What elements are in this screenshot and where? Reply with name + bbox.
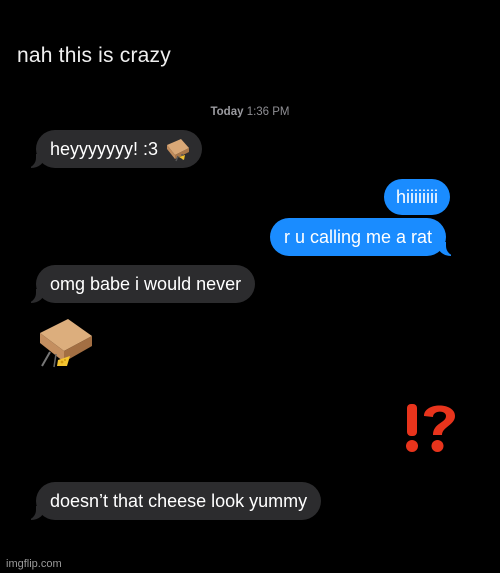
rat-trap-emoji-icon [167, 139, 190, 162]
interrobang-icon [404, 402, 460, 459]
message-text: doesn’t that cheese look yummy [50, 491, 308, 511]
message-bubble-received[interactable]: doesn’t that cheese look yummy [25, 482, 322, 520]
meme-caption-area: nah this is crazy [0, 0, 500, 92]
timestamp-day: Today [210, 106, 244, 118]
message-text: heyyyyyyy! :3 [50, 139, 159, 159]
message-bubble-received[interactable]: heyyyyyyy! :3 [25, 130, 203, 168]
message-bubble-received[interactable]: omg babe i would never [25, 265, 256, 303]
message-timestamp: Today 1:36 PM [0, 106, 500, 118]
message-text: omg babe i would never [50, 274, 242, 294]
message-bubble-sent[interactable]: r u calling me a rat [270, 218, 457, 256]
message-text: r u calling me a rat [284, 227, 433, 247]
watermark: imgflip.com [6, 558, 62, 570]
message-text: hiiiiiiii [396, 187, 439, 207]
message-bubble-sent[interactable]: hiiiiiiii [384, 179, 451, 215]
rat-trap-sticker-icon[interactable] [34, 316, 96, 368]
timestamp-time: 1:36 PM [246, 106, 290, 118]
meme-caption: nah this is crazy [17, 44, 171, 67]
